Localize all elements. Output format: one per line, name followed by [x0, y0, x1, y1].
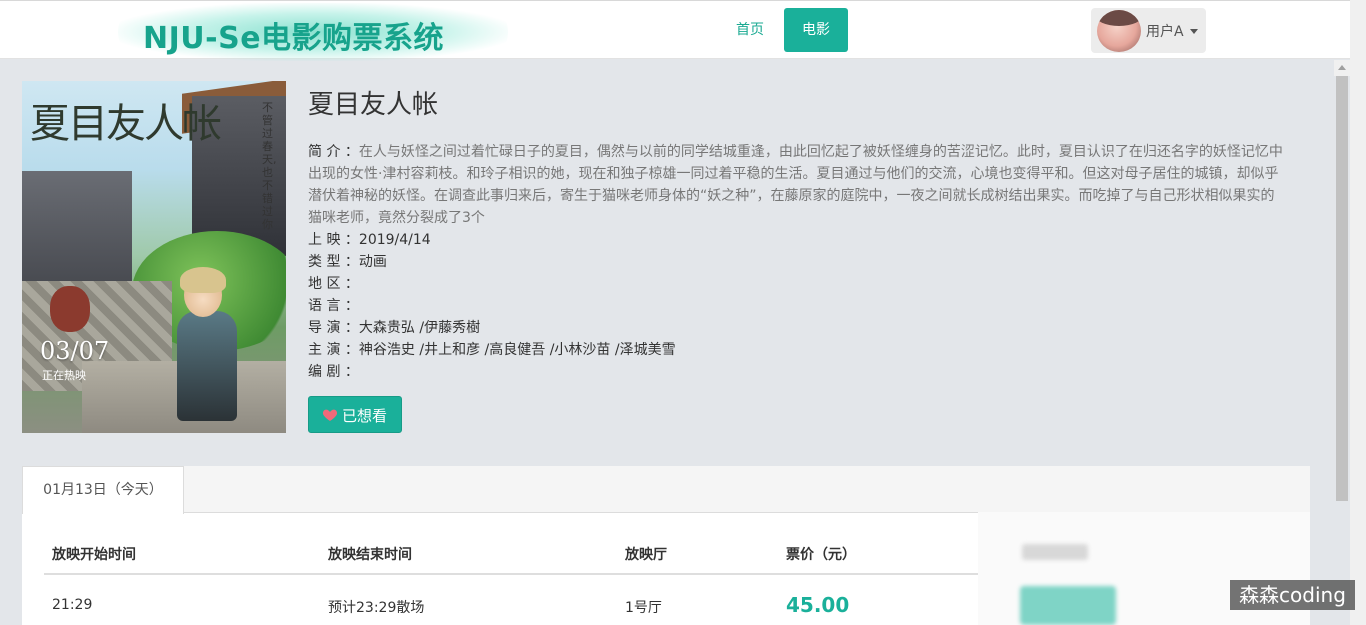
movie-info: 简 介 ：在人与妖怪之间过着忙碌日子的夏目，偶然与以前的同学结城重逢，由此回忆起…	[308, 141, 1288, 383]
avatar	[1097, 10, 1141, 52]
username-label: 用户A	[1146, 24, 1184, 40]
movie-title: 夏目友人帐	[308, 90, 439, 120]
nav-home-link[interactable]: 首页	[722, 9, 778, 51]
top-navbar: NJU-Se电影购票系统 首页 电影 用户A	[0, 0, 1350, 61]
movie-poster: 夏目友人帐 不管过春天,也不错过你 03/07 正在热映	[22, 81, 286, 433]
page-scrollbar[interactable]	[1350, 0, 1366, 625]
scrollbar-thumb[interactable]	[1336, 76, 1348, 501]
column-header-start: 放映开始时间	[52, 547, 136, 563]
info-row-screenwriter: 编 剧 ：	[308, 364, 359, 380]
poster-showing: 正在热映	[42, 369, 86, 382]
row-end-time: 预计23:29散场	[328, 600, 425, 616]
date-tabs	[22, 466, 1310, 513]
caret-down-icon	[1190, 29, 1198, 34]
want-to-watch-button[interactable]: 已想看	[308, 396, 402, 433]
poster-date: 03/07	[40, 337, 110, 365]
user-menu-toggle[interactable]: 用户A	[1091, 8, 1206, 53]
info-row-region: 地 区 ：	[308, 276, 359, 292]
nav-movie-link[interactable]: 电影	[784, 8, 848, 52]
info-row-director: 导 演 ：大森贵弘 /伊藤秀樹	[308, 320, 481, 336]
blurred-column-header	[1022, 544, 1088, 560]
row-start-time: 21:29	[52, 597, 93, 613]
info-row-release: 上 映 ：2019/4/14	[308, 232, 431, 248]
tab-today[interactable]: 01月13日（今天）	[22, 466, 184, 514]
scroll-up-arrow-icon[interactable]	[1334, 60, 1350, 76]
heart-icon	[322, 409, 338, 421]
site-logo[interactable]: NJU-Se电影购票系统	[143, 13, 444, 57]
column-header-price: 票价（元）	[786, 547, 856, 563]
schedule-panel: 01月13日（今天） 放映开始时间 放映结束时间 放映厅 票价（元） 21:29…	[22, 466, 1310, 625]
poster-title: 夏目友人帐	[30, 101, 222, 147]
watermark: 森森coding	[1230, 580, 1355, 610]
table-header-divider	[44, 573, 980, 575]
row-price: 45.00	[786, 593, 850, 617]
info-row-starring: 主 演 ：神谷浩史 /井上和彦 /高良健吾 /小林沙苗 /泽城美雪	[308, 342, 676, 358]
blurred-buy-button[interactable]	[1020, 586, 1116, 625]
column-header-end: 放映结束时间	[328, 547, 412, 563]
column-header-hall: 放映厅	[625, 547, 667, 563]
info-row-genre: 类 型 ：动画	[308, 254, 387, 270]
row-hall: 1号厅	[625, 600, 662, 616]
want-to-watch-label: 已想看	[342, 407, 388, 425]
poster-tagline: 不管过春天,也不错过你	[262, 101, 277, 231]
info-row-language: 语 言 ：	[308, 298, 359, 314]
info-row-description: 简 介 ：在人与妖怪之间过着忙碌日子的夏目，偶然与以前的同学结城重逢，由此回忆起…	[308, 144, 1283, 226]
